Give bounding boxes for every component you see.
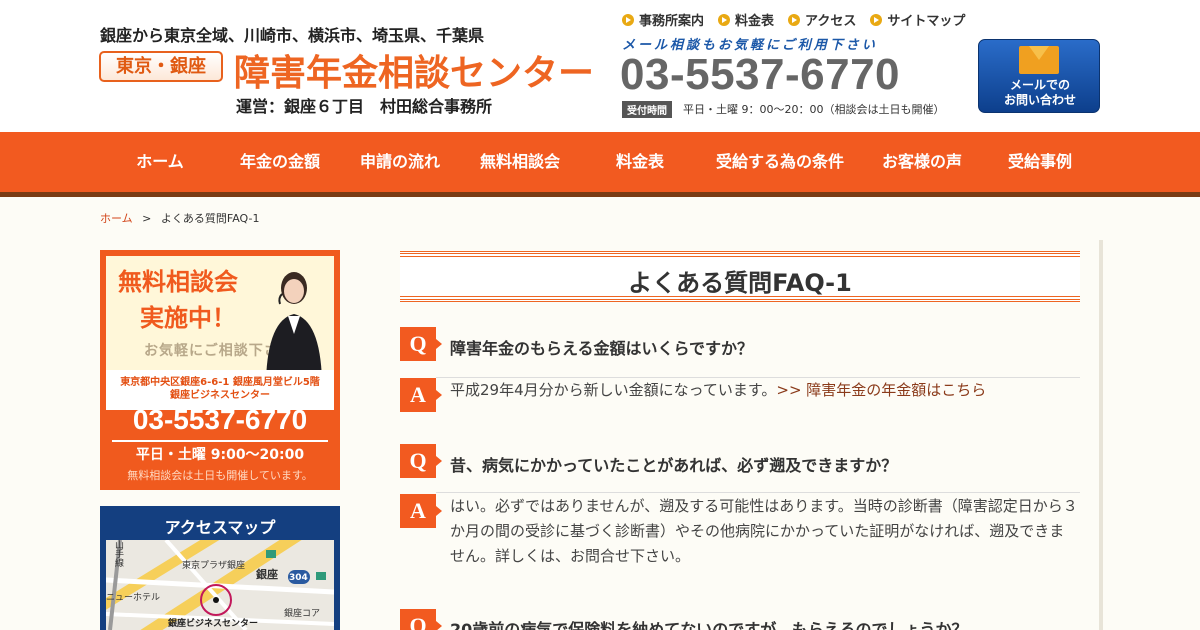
breadcrumb-home-link[interactable]: ホーム — [100, 212, 133, 225]
map-label-ginza-core: 銀座コア — [284, 609, 321, 619]
answer-badge-icon: A — [400, 494, 442, 528]
breadcrumb-separator: > — [142, 212, 152, 225]
map-label-route-304: 304 — [289, 573, 308, 583]
phone-number[interactable]: 03-5537-6770 — [620, 50, 900, 100]
pension-amount-link[interactable]: >> 障害年金の年金額はこちら — [776, 381, 986, 399]
envelope-icon — [1019, 46, 1059, 74]
map-label-new-hotel: ニューホテル — [106, 593, 161, 603]
top-link-office[interactable]: 事務所案内 — [622, 10, 704, 29]
question-badge-icon: Q — [400, 444, 442, 478]
page-title: よくある質問FAQ-1 — [628, 269, 852, 297]
arrow-bullet-icon — [788, 13, 801, 26]
banner-phone: 03-5537-6770 — [132, 404, 308, 435]
faq-divider — [436, 492, 1080, 493]
banner-top-panel: 無料相談会 実施中！ お気軽にご相談下さい — [106, 256, 334, 380]
content-right-border — [1099, 240, 1103, 630]
map-label-business-center: 銀座ビジネスセンター — [168, 619, 259, 629]
faq-question-3: 20歳前の病気で保険料を納めてないのですが、もらえるのでしょうか？ — [450, 620, 968, 630]
question-badge-icon: Q — [400, 327, 442, 361]
banner-subheading: 実施中！ — [140, 304, 236, 332]
top-utility-nav: 事務所案内 料金表 アクセス サイトマップ — [622, 10, 965, 29]
page-title-box: よくある質問FAQ-1 — [400, 251, 1080, 302]
mail-inquiry-button[interactable]: メールでの お問い合わせ — [978, 39, 1100, 113]
site-header: 銀座から東京全域、川崎市、横浜市、埼玉県、千葉県 東京・銀座 障害年金相談センタ… — [0, 0, 1200, 132]
nav-item-conditions[interactable]: 受給する為の条件 — [708, 132, 852, 192]
nav-item-pension-amount[interactable]: 年金の金額 — [228, 132, 332, 192]
question-badge-icon: Q — [400, 609, 442, 630]
mail-inquiry-label: メールでの お問い合わせ — [1003, 78, 1076, 107]
banner-heading: 無料相談会 — [118, 268, 238, 296]
faq-answer-1: 平成29年4月分から新しい金額になっています。>> 障害年金の年金額はこちら — [450, 381, 987, 399]
hours-text: 平日・土曜 9：00～20：00（相談会は土日も開催） — [683, 103, 945, 116]
nav-item-application-flow[interactable]: 申請の流れ — [348, 132, 452, 192]
map-label-yamanote: 山手線 — [113, 540, 123, 567]
operator-person-icon — [266, 272, 322, 380]
faq-question-1: 障害年金のもらえる金額はいくらですか？ — [450, 339, 754, 358]
arrow-bullet-icon — [870, 13, 883, 26]
map-label-ginza: 銀座 — [256, 568, 278, 581]
banner-divider — [112, 440, 328, 442]
top-link-sitemap[interactable]: サイトマップ — [870, 10, 965, 29]
breadcrumb-current: よくある質問FAQ-1 — [160, 212, 260, 225]
breadcrumb: ホーム > よくある質問FAQ-1 — [100, 210, 259, 226]
location-badge: 東京・銀座 — [99, 51, 223, 82]
nav-item-testimonials[interactable]: お客様の声 — [870, 132, 974, 192]
answer-badge-icon: A — [400, 378, 442, 412]
map-label-tokyo-plaza: 東京プラザ銀座 — [182, 561, 246, 571]
top-link-fees[interactable]: 料金表 — [718, 10, 774, 29]
hours-label: 受付時間 — [622, 101, 672, 118]
main-nav-underline — [0, 192, 1200, 197]
nav-item-fees[interactable]: 料金表 — [598, 132, 682, 192]
nav-item-cases[interactable]: 受給事例 — [988, 132, 1092, 192]
banner-hours: 平日・土曜 9:00～20:00 — [135, 447, 305, 463]
access-map-widget[interactable]: アクセスマップ 東京プラザ銀座 銀座 304 ニューホテル 銀座コア 銀座ビジネ… — [100, 506, 340, 630]
operator-text: 運営：銀座６丁目 村田総合事務所 — [236, 97, 493, 116]
faq-question-2: 昔、病気にかかっていたことがあれば、必ず遡及できますか？ — [450, 456, 898, 475]
free-consultation-banner[interactable]: 無料相談会 実施中！ お気軽にご相談下さい 東京都中央区銀座6-6-1 銀座風月… — [100, 250, 340, 490]
nav-item-home[interactable]: ホーム — [120, 132, 200, 192]
faq-answer-2: はい。必ずではありませんが、遡及する可能性はあります。当時の診断書（障害認定日か… — [450, 497, 1078, 565]
access-map-image[interactable]: 東京プラザ銀座 銀座 304 ニューホテル 銀座コア 銀座ビジネスセンター 山手… — [106, 540, 334, 630]
top-link-access[interactable]: アクセス — [788, 10, 856, 29]
banner-note: 無料相談会は土日も開催しています。 — [127, 469, 313, 482]
arrow-bullet-icon — [718, 13, 731, 26]
arrow-bullet-icon — [622, 13, 634, 26]
nav-item-free-consultation[interactable]: 無料相談会 — [468, 132, 572, 192]
header-tagline: 銀座から東京全域、川崎市、横浜市、埼玉県、千葉県 — [100, 26, 485, 45]
access-map-title: アクセスマップ — [164, 518, 276, 537]
site-title[interactable]: 障害年金相談センター — [234, 44, 594, 96]
